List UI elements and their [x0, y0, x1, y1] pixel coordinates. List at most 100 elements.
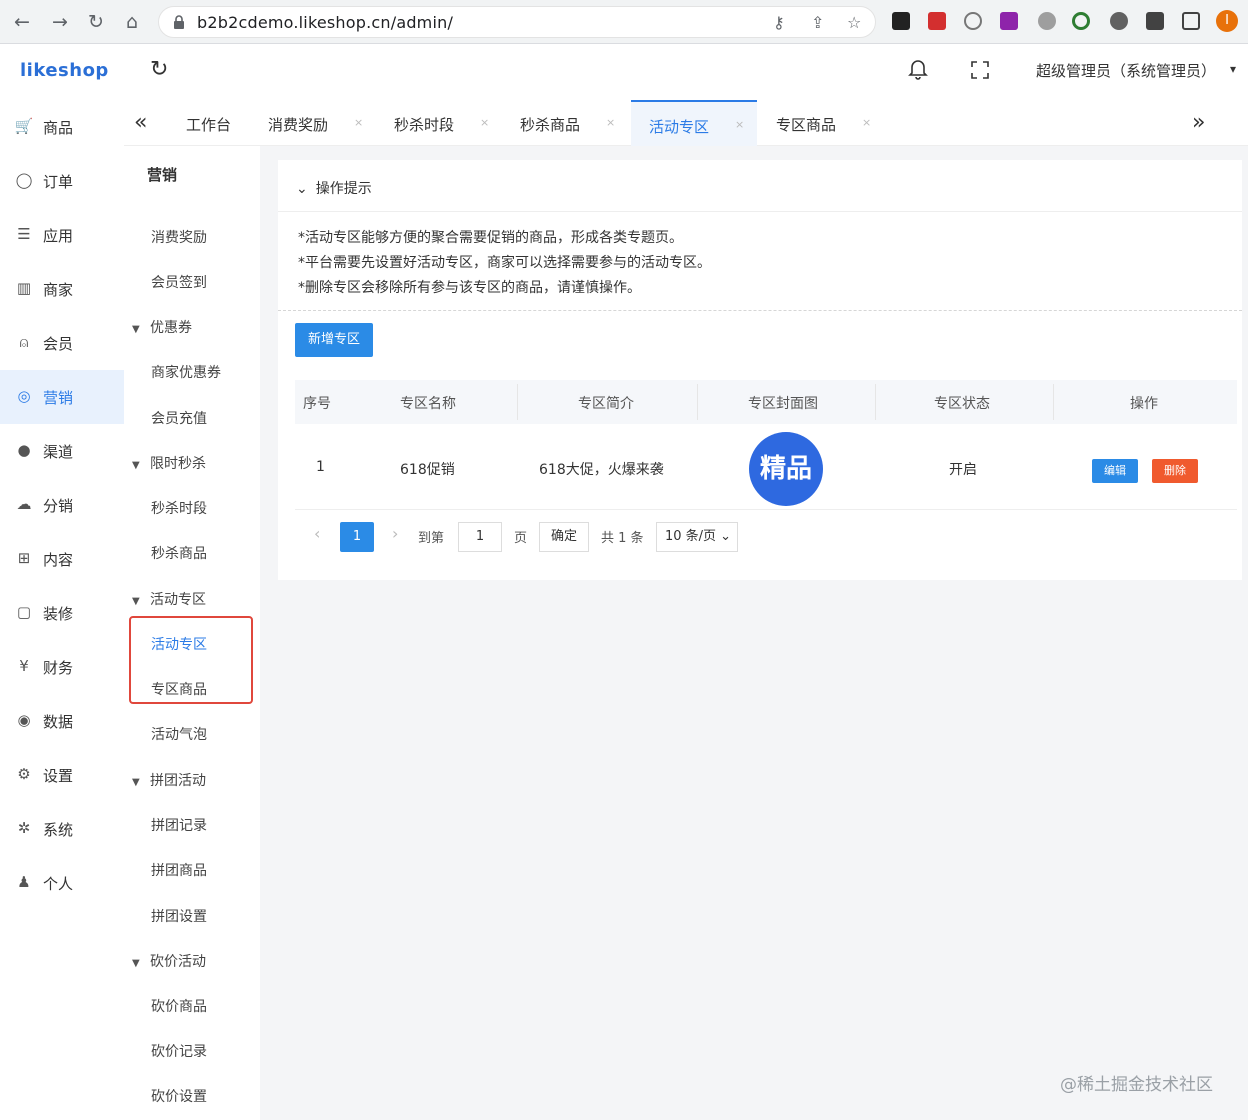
- caret-down-icon: ▼: [132, 324, 140, 335]
- page-number-current[interactable]: 1: [340, 522, 374, 552]
- submenu-group-activity-zone[interactable]: ▼ 活动专区: [132, 589, 206, 609]
- sidebar-item-orders[interactable]: ◯ 订单: [0, 154, 124, 208]
- back-icon[interactable]: ←: [10, 10, 34, 34]
- channel-icon: ●: [17, 441, 31, 459]
- sidebar-item-members[interactable]: ⍝ 会员: [0, 316, 124, 370]
- total-count: 共 1 条: [601, 531, 644, 546]
- sidebar-item-content[interactable]: ⊞ 内容: [0, 532, 124, 586]
- tab-label: 专区商品: [776, 116, 837, 134]
- tabs-scroll-left-icon[interactable]: «: [134, 110, 147, 135]
- sidebar-item-channels[interactable]: ● 渠道: [0, 424, 124, 478]
- cell-index: 1: [316, 459, 325, 475]
- sidebar-item-marketing[interactable]: ◎ 营销: [0, 370, 124, 424]
- sidebar-item-merchants[interactable]: ▥ 商家: [0, 262, 124, 316]
- main-sidebar: 🛒 商品 ◯ 订单 ☰ 应用 ▥ 商家 ⍝ 会员 ◎ 营销 ● 渠道 ☁ 分销 ⊞ 内容 ▢ 装修 …: [0, 100, 124, 1120]
- extension-icon[interactable]: [1072, 12, 1090, 30]
- share-icon[interactable]: ⇪: [811, 13, 824, 32]
- sidebar-item-finance[interactable]: ¥ 财务: [0, 640, 124, 694]
- puzzle-icon[interactable]: [1146, 12, 1164, 30]
- tab-zone-goods[interactable]: 专区商品 ×: [764, 100, 880, 146]
- add-zone-button[interactable]: 新增专区: [295, 323, 373, 357]
- tip-line: *活动专区能够方便的聚合需要促销的商品，形成各类专题页。: [298, 230, 683, 246]
- prev-page-icon[interactable]: ‹: [314, 524, 320, 543]
- tab-seckill-time[interactable]: 秒杀时段 ×: [382, 100, 498, 146]
- close-icon[interactable]: ×: [480, 116, 489, 129]
- extension-icon[interactable]: [892, 12, 910, 30]
- user-name[interactable]: 超级管理员（系统管理员）: [1036, 60, 1216, 81]
- tab-label: 工作台: [186, 116, 232, 134]
- refresh-icon[interactable]: ↻: [150, 57, 168, 82]
- goto-page-input[interactable]: 1: [458, 522, 502, 552]
- tabs-scroll-right-icon[interactable]: »: [1192, 110, 1205, 135]
- close-icon[interactable]: ×: [862, 116, 871, 129]
- edit-button[interactable]: 编辑: [1092, 459, 1138, 483]
- caret-down-icon: ▼: [132, 460, 140, 471]
- submenu-item-seckill-goods[interactable]: 秒杀商品: [151, 543, 207, 563]
- address-bar[interactable]: b2b2cdemo.likeshop.cn/admin/ ⚷ ⇪ ☆: [158, 6, 876, 38]
- divider: [278, 310, 1242, 311]
- submenu-group-bargain[interactable]: ▼ 砍价活动: [132, 951, 206, 971]
- tips-title: 操作提示: [315, 181, 372, 197]
- delete-button[interactable]: 删除: [1152, 459, 1198, 483]
- submenu-item-activity-bubble[interactable]: 活动气泡: [151, 724, 207, 744]
- sidebar-item-data[interactable]: ◉ 数据: [0, 694, 124, 748]
- reload-icon[interactable]: ↻: [84, 10, 108, 34]
- extension-icon[interactable]: [1110, 12, 1128, 30]
- extension-icon[interactable]: [1038, 12, 1056, 30]
- close-icon[interactable]: ×: [735, 118, 744, 131]
- submenu-item-merchant-coupons[interactable]: 商家优惠券: [151, 362, 221, 382]
- sidebar-item-distribution[interactable]: ☁ 分销: [0, 478, 124, 532]
- submenu-group-label: 拼团活动: [150, 773, 206, 789]
- column-header: 专区状态: [934, 396, 990, 412]
- submenu-item-bargain-goods[interactable]: 砍价商品: [151, 996, 207, 1016]
- submenu-group-coupons[interactable]: ▼ 优惠券: [132, 317, 192, 337]
- submenu-item-group-goods[interactable]: 拼团商品: [151, 860, 207, 880]
- column-divider: [875, 384, 876, 420]
- sidepanel-icon[interactable]: [1182, 12, 1200, 30]
- profile-avatar[interactable]: I: [1216, 10, 1238, 32]
- column-header: 操作: [1130, 396, 1158, 412]
- submenu-item-bargain-settings[interactable]: 砍价设置: [151, 1086, 207, 1106]
- forward-icon[interactable]: →: [48, 10, 72, 34]
- sidebar-item-label: 内容: [43, 551, 74, 569]
- sidebar-item-goods[interactable]: 🛒 商品: [0, 100, 124, 154]
- marketing-icon: ◎: [17, 387, 31, 405]
- extension-icon[interactable]: [964, 12, 982, 30]
- sidebar-item-apps[interactable]: ☰ 应用: [0, 208, 124, 262]
- submenu-item-member-signin[interactable]: 会员签到: [151, 272, 207, 292]
- goto-confirm-button[interactable]: 确定: [539, 522, 589, 552]
- next-page-icon[interactable]: ›: [392, 524, 398, 543]
- submenu-item-group-settings[interactable]: 拼团设置: [151, 906, 207, 926]
- key-icon[interactable]: ⚷: [773, 13, 785, 32]
- submenu-item-seckill-time[interactable]: 秒杀时段: [151, 498, 207, 518]
- sidebar-item-decoration[interactable]: ▢ 装修: [0, 586, 124, 640]
- fullscreen-icon[interactable]: [970, 60, 990, 80]
- tips-header[interactable]: ⌄ 操作提示: [296, 178, 372, 198]
- tab-label: 活动专区: [649, 118, 710, 136]
- submenu-item-member-recharge[interactable]: 会员充值: [151, 408, 207, 428]
- submenu-item-bargain-records[interactable]: 砍价记录: [151, 1041, 207, 1061]
- submenu-item-group-records[interactable]: 拼团记录: [151, 815, 207, 835]
- chevron-down-icon[interactable]: ▾: [1230, 62, 1236, 76]
- page-size-value: 10 条/页: [665, 529, 717, 544]
- bell-icon[interactable]: [908, 58, 928, 80]
- sidebar-item-settings[interactable]: ⚙ 设置: [0, 748, 124, 802]
- tab-activity-zone[interactable]: 活动专区 ×: [631, 100, 757, 146]
- sidebar-item-system[interactable]: ✲ 系统: [0, 802, 124, 856]
- close-icon[interactable]: ×: [606, 116, 615, 129]
- sidebar-item-label: 系统: [43, 821, 74, 839]
- extension-icon[interactable]: [1000, 12, 1018, 30]
- sidebar-item-personal[interactable]: ♟ 个人: [0, 856, 124, 910]
- tab-workbench[interactable]: 工作台: [172, 100, 246, 146]
- close-icon[interactable]: ×: [354, 116, 363, 129]
- tab-consumption-reward[interactable]: 消费奖励 ×: [256, 100, 372, 146]
- home-icon[interactable]: ⌂: [120, 10, 144, 34]
- submenu-group-group-buy[interactable]: ▼ 拼团活动: [132, 770, 206, 790]
- cell-intro: 618大促，火爆来袭: [539, 462, 664, 478]
- submenu-item-consumption-reward[interactable]: 消费奖励: [151, 227, 207, 247]
- tab-seckill-goods[interactable]: 秒杀商品 ×: [508, 100, 624, 146]
- extension-icon[interactable]: [928, 12, 946, 30]
- submenu-group-seckill[interactable]: ▼ 限时秒杀: [132, 453, 206, 473]
- page-size-select[interactable]: 10 条/页 ⌄: [656, 522, 738, 552]
- star-icon[interactable]: ☆: [847, 13, 861, 32]
